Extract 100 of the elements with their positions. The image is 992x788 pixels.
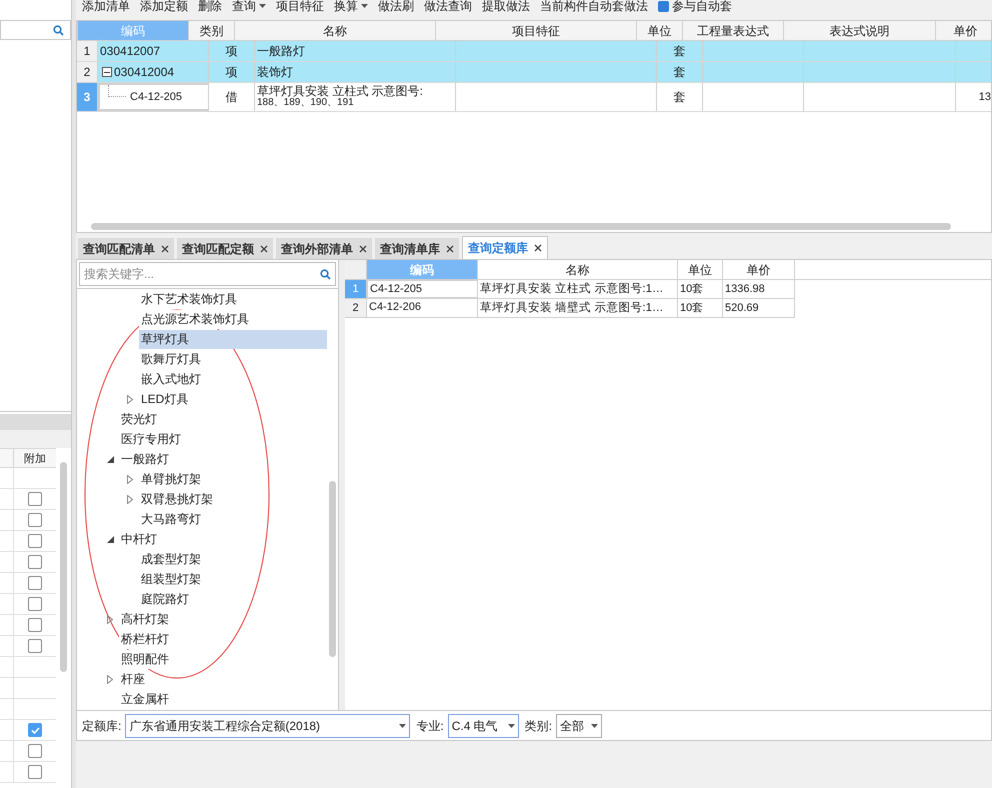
toolbar-button[interactable]: 添加清单 <box>82 0 130 12</box>
field-label: 类别: <box>524 718 552 734</box>
column-header: 项目特征 <box>436 21 637 40</box>
collapse-icon[interactable] <box>102 67 112 77</box>
table-cell: 借 <box>209 83 255 111</box>
caret-icon <box>508 724 515 728</box>
checkbox[interactable] <box>28 597 42 611</box>
row-number[interactable]: 2 <box>345 299 367 317</box>
table-cell: 草坪灯具安装 立柱式 示意图号:1… <box>478 280 678 298</box>
table-cell: C4-12-206 <box>367 299 478 317</box>
toolbar-button[interactable]: 当前构件自动套做法 <box>540 0 648 12</box>
field-label: 定额库: <box>82 718 122 734</box>
major-dropdown[interactable]: C.4 电气 <box>448 714 519 738</box>
search-icon[interactable] <box>320 268 331 280</box>
search-field[interactable] <box>0 20 71 40</box>
expand-triangle-icon[interactable] <box>127 474 133 484</box>
checkbox[interactable] <box>28 576 42 590</box>
caret-icon <box>361 4 368 8</box>
expand-triangle-icon[interactable] <box>127 394 133 404</box>
collapse-triangle-icon[interactable] <box>107 456 114 462</box>
table-row[interactable]: 3 C4-12-205 借 草坪灯具安装 立柱式 示意图号: 188、189、190、191 套 13 <box>77 83 991 112</box>
toolbar-button[interactable]: 添加定额 <box>140 0 188 12</box>
panel-header <box>0 414 71 430</box>
table-cell: 1336.98 <box>723 280 795 298</box>
category-dropdown[interactable]: 全部 <box>556 714 602 738</box>
tree-item[interactable]: 照明配件 <box>119 650 171 668</box>
expand-triangle-icon[interactable] <box>107 674 113 684</box>
checkbox[interactable] <box>28 744 42 758</box>
toolbar-button[interactable]: 参与自动套 <box>658 0 732 12</box>
tree-item[interactable]: 草坪灯具 <box>139 330 327 348</box>
table-row[interactable]: 2 030412004 项 装饰灯 套 <box>77 62 991 83</box>
column-header: 类别 <box>189 21 235 40</box>
column-header: 编码 <box>78 21 189 40</box>
table-cell: 项 <box>209 41 255 61</box>
checkbox[interactable] <box>28 765 42 779</box>
column-header: 单位 <box>637 21 683 40</box>
table-cell-text: 一般路灯 <box>257 45 306 57</box>
table-row[interactable]: 1 030412007 项 一般路灯 套 <box>77 41 991 62</box>
scrollbar-thumb[interactable] <box>329 481 336 657</box>
table-cell-text: 030412007 <box>100 43 160 60</box>
close-icon[interactable] <box>446 244 454 252</box>
scrollbar-thumb[interactable] <box>60 462 67 672</box>
tree-item[interactable]: 点光源艺术装饰灯具 <box>139 310 251 328</box>
toolbar-button[interactable]: 查询 <box>232 0 266 12</box>
table-cell-text: 草坪灯具安装 立柱式 示意图号: <box>257 85 424 97</box>
column-header: 附加 <box>23 452 47 467</box>
table-cell: 草坪灯具安装 墙壁式 示意图号:1… <box>478 299 678 317</box>
checkbox[interactable] <box>28 555 42 569</box>
checkbox[interactable] <box>28 534 42 548</box>
caret-icon <box>591 724 598 728</box>
table-cell-text: 030412004 <box>114 64 174 81</box>
table-cell: 10套 <box>678 280 723 298</box>
checkbox[interactable] <box>28 618 42 632</box>
collapse-triangle-icon[interactable] <box>107 536 114 542</box>
checkbox[interactable] <box>28 492 42 506</box>
library-dropdown[interactable]: 广东省通用安装工程综合定额(2018) <box>125 714 410 738</box>
row-number: 2 <box>77 62 98 82</box>
table-cell-text: 188、189、190、191 <box>257 97 355 109</box>
tab[interactable]: 查询外部清单 <box>276 238 372 259</box>
table-cell-text: 13 <box>978 90 991 105</box>
tab[interactable]: 查询匹配定额 <box>177 238 273 259</box>
toolbar-button[interactable]: 做法刷 <box>378 0 414 12</box>
expand-triangle-icon[interactable] <box>127 494 133 504</box>
row-number: 3 <box>77 83 98 111</box>
checkbox[interactable] <box>28 513 42 527</box>
checkmark-icon <box>30 726 40 734</box>
checkbox[interactable] <box>658 0 669 12</box>
search-placeholder: 搜索关键字... <box>84 266 154 283</box>
table-cell: C4-12-205 <box>367 280 478 298</box>
toolbar-button[interactable]: 项目特征 <box>276 0 324 12</box>
tree-line <box>108 85 126 97</box>
field-label: 专业: <box>416 718 444 734</box>
table-cell: 项 <box>209 62 255 82</box>
table-cell-text: C4-12-205 <box>130 90 182 105</box>
close-icon[interactable] <box>534 244 542 252</box>
caret-icon <box>399 724 406 728</box>
toolbar-button[interactable]: 提取做法 <box>482 0 530 12</box>
close-icon[interactable] <box>359 244 367 252</box>
checkbox[interactable] <box>28 723 42 737</box>
table-cell-text: 装饰灯 <box>257 66 294 78</box>
tab[interactable]: 查询匹配清单 <box>78 238 174 259</box>
toolbar-button[interactable]: 做法查询 <box>424 0 472 12</box>
table-cell: 套 <box>657 62 703 82</box>
caret-icon <box>259 4 266 8</box>
search-field[interactable]: 搜索关键字... <box>79 262 336 286</box>
column-header: 单价 <box>936 21 991 40</box>
column-header: 工程量表达式 <box>683 21 784 40</box>
close-icon[interactable] <box>260 244 268 252</box>
tab[interactable]: 查询清单库 <box>375 238 459 259</box>
toolbar-button[interactable]: 删除 <box>198 0 222 12</box>
search-icon[interactable] <box>53 24 64 36</box>
column-header: 编码 <box>367 260 478 279</box>
close-icon[interactable] <box>161 244 169 252</box>
table-cell: 套 <box>657 83 703 111</box>
row-number: 1 <box>77 41 98 61</box>
toolbar-button[interactable]: 换算 <box>334 0 368 12</box>
expand-triangle-icon[interactable] <box>107 614 113 624</box>
scrollbar-thumb[interactable] <box>91 222 951 230</box>
tab[interactable]: 查询定额库 <box>462 236 548 259</box>
checkbox[interactable] <box>28 639 42 653</box>
